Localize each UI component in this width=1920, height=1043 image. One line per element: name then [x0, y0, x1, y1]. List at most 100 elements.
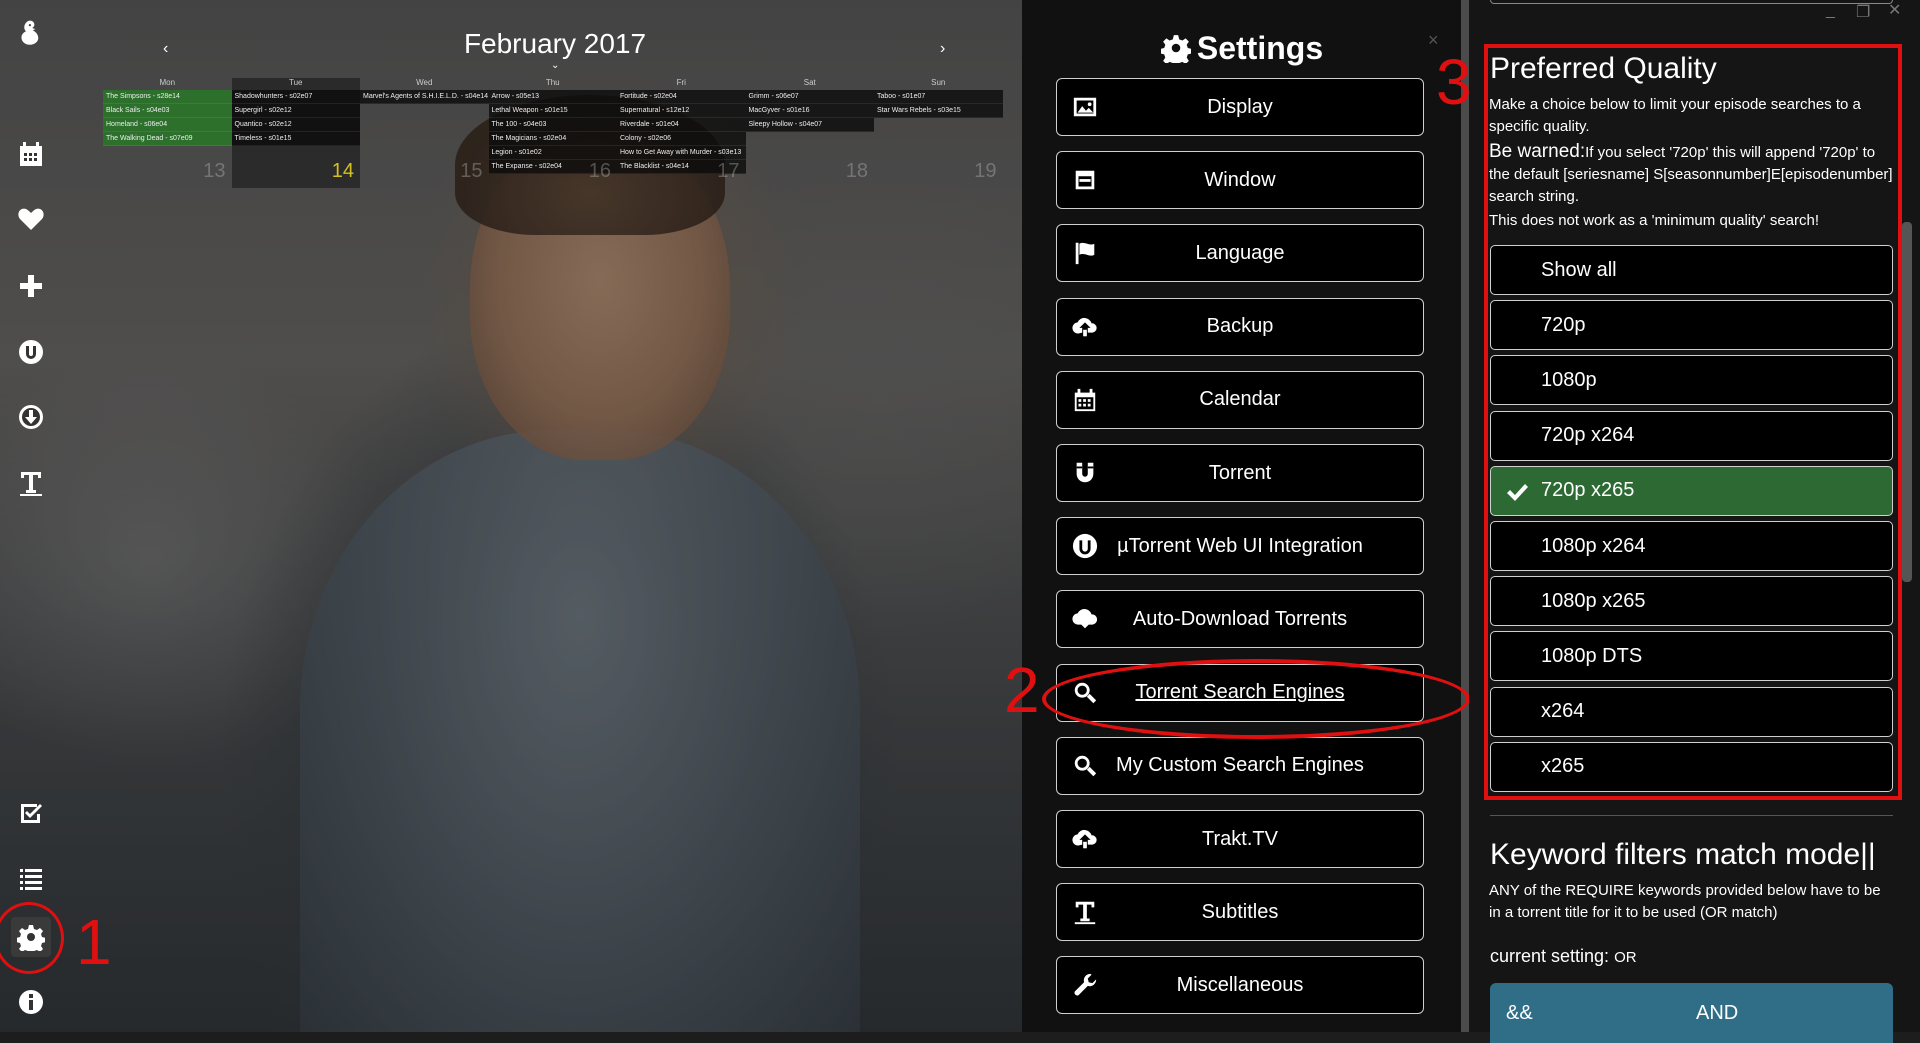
add-show-plus-icon[interactable]	[11, 266, 51, 306]
window-close-button[interactable]: ✕	[1888, 0, 1901, 20]
settings-button-my-custom-search-engines[interactable]: My Custom Search Engines	[1056, 736, 1424, 795]
app-logo-duck-icon[interactable]	[11, 8, 51, 58]
quality-option-label: 1080p DTS	[1541, 644, 1643, 667]
quality-option-label: 1080p x264	[1541, 534, 1646, 557]
settings-button-label: Backup	[1206, 315, 1274, 338]
calendar-episode[interactable]: Riverdale - s01e04	[617, 118, 746, 132]
settings-button-language[interactable]: Language	[1056, 224, 1424, 283]
settings-button-miscellaneous[interactable]: Miscellaneous	[1056, 956, 1424, 1015]
subtitles-text-icon[interactable]	[11, 463, 51, 503]
quality-option[interactable]: 1080p	[1490, 355, 1893, 406]
watchlist-check-icon[interactable]	[11, 792, 51, 832]
settings-button-label: Subtitles	[1201, 900, 1279, 923]
calendar-episode[interactable]: The Simpsons - s28e14	[103, 90, 232, 104]
quality-option[interactable]: 720p x265	[1490, 465, 1893, 516]
calendar-day-name: Sun	[931, 78, 946, 87]
settings-button-label: Window	[1204, 168, 1276, 191]
calendar-episode[interactable]: Homeland - s06e04	[103, 118, 232, 132]
keyword-filters-description: ANY of the REQUIRE keywords provided bel…	[1489, 882, 1881, 921]
window-icon	[1071, 166, 1099, 194]
quality-option[interactable]: 720p	[1490, 300, 1893, 351]
calendar-episode[interactable]: Timeless - s01e15	[231, 132, 360, 146]
settings-button-calendar[interactable]: Calendar	[1056, 370, 1424, 429]
settings-button-torrent[interactable]: Torrent	[1056, 444, 1424, 502]
calendar-episode[interactable]: Supergirl - s02e12	[231, 104, 360, 118]
cloud-upload-icon	[1071, 313, 1099, 341]
calendar-episode[interactable]: MacGyver - s01e16	[745, 104, 874, 118]
calendar-episode[interactable]: Grimm - s06e07	[745, 90, 874, 104]
calendar-episode[interactable]: Colony - s02e06	[617, 132, 746, 146]
quality-option-label: 720p x265	[1541, 479, 1635, 502]
about-info-icon[interactable]	[11, 982, 51, 1022]
flag-icon	[1071, 239, 1099, 267]
calendar-episode[interactable]: Legion - s01e02	[488, 146, 617, 160]
utorrent-icon[interactable]	[11, 332, 51, 372]
quality-option[interactable]: 1080p DTS	[1490, 631, 1893, 682]
calendar-icon[interactable]	[11, 134, 51, 174]
settings-button-window[interactable]: Window	[1056, 151, 1424, 210]
settings-button-subtitles[interactable]: Subtitles	[1056, 883, 1424, 942]
quality-option[interactable]: x265	[1490, 741, 1893, 792]
settings-button-label: Language	[1195, 241, 1285, 264]
quality-option[interactable]: Show all	[1490, 245, 1893, 295]
calendar-day-wed: Wed Marvel's Agents of S.H.I.E.L.D. - s04…	[360, 78, 489, 188]
settings-title: Settings	[1022, 30, 1462, 68]
settings-button-label: Miscellaneous	[1176, 973, 1304, 996]
settings-button-trakt-tv[interactable]: Trakt.TV	[1056, 810, 1424, 868]
calendar-episode[interactable]: How to Get Away with Murder - s03e13	[617, 146, 746, 160]
calendar-prev-button[interactable]: ‹	[163, 40, 168, 58]
calendar-episode[interactable]: Lethal Weapon - s01e15	[488, 104, 617, 118]
window-minimize-button[interactable]: _	[1826, 2, 1835, 20]
calendar-episode[interactable]: The Walking Dead - s07e09	[103, 132, 232, 146]
calendar-day-number: 16	[588, 160, 611, 182]
quality-option[interactable]: 1080p x264	[1490, 521, 1893, 571]
calendar-day-sat: Sat Grimm - s06e07 MacGyver - s01e16 Sleepy…	[745, 78, 874, 188]
detail-scrollbar-thumb[interactable]	[1902, 222, 1912, 582]
annotation-number-2: 2	[1004, 654, 1040, 726]
calendar-expand-chevron-icon[interactable]: ⌄	[551, 60, 559, 71]
settings-button-label: Auto-Download Torrents	[1132, 607, 1348, 630]
image-icon	[1071, 93, 1099, 121]
calendar-episode[interactable]: Shadowhunters - s02e07	[231, 90, 360, 104]
calendar-day-number: 13	[203, 160, 226, 182]
quality-option[interactable]: x264	[1490, 686, 1893, 737]
calendar-day-number: 15	[460, 160, 483, 182]
settings-button-display[interactable]: Display	[1056, 78, 1424, 136]
search-icon	[1071, 752, 1099, 780]
calendar-episode[interactable]: Sleepy Hollow - s04e07	[745, 118, 874, 132]
quality-option-label: x264	[1541, 700, 1585, 723]
calendar-episode[interactable]: Star Wars Rebels - s03e15	[874, 104, 1003, 118]
utorrent-icon	[1071, 532, 1099, 560]
calendar-next-button[interactable]: ›	[940, 40, 945, 58]
calendar-day-number: 14	[331, 160, 354, 182]
calendar-day-mon: Mon The Simpsons - s28e14 Black Sails - s0…	[103, 78, 232, 188]
magnet-icon	[1071, 459, 1099, 487]
cloud-upload-icon	[1071, 825, 1099, 853]
calendar-episode[interactable]: Arrow - s05e13	[488, 90, 617, 104]
calendar-episode[interactable]: Fortitude - s02e04	[617, 90, 746, 104]
window-restore-button[interactable]: ❐	[1856, 2, 1870, 22]
quality-option[interactable]: 1080p x265	[1490, 576, 1893, 627]
warning-label: Be warned:	[1489, 141, 1586, 162]
calendar-episode[interactable]: Marvel's Agents of S.H.I.E.L.D. - s04e14	[360, 90, 489, 104]
current-setting-label: current setting:	[1490, 946, 1610, 966]
preferred-quality-title: Preferred Quality	[1490, 52, 1717, 85]
download-circle-icon[interactable]	[11, 397, 51, 437]
favorites-heart-icon[interactable]	[11, 199, 51, 239]
calendar-episode[interactable]: Black Sails - s04e03	[103, 104, 232, 118]
settings-button-torrent-web-ui-integration[interactable]: µTorrent Web UI Integration	[1056, 517, 1424, 576]
calendar-episode[interactable]: The 100 - s04e03	[488, 118, 617, 132]
section-divider	[1490, 815, 1893, 816]
calendar-episode[interactable]: Supernatural - s12e12	[617, 104, 746, 118]
settings-button-backup[interactable]: Backup	[1056, 297, 1424, 356]
quality-option[interactable]: 720p x264	[1490, 410, 1893, 461]
list-icon[interactable]	[11, 858, 51, 898]
match-mode-and-button[interactable]: && AND	[1490, 983, 1893, 1043]
settings-button-auto-download-torrents[interactable]: Auto-Download Torrents	[1056, 590, 1424, 649]
calendar-episode[interactable]: Quantico - s02e12	[231, 118, 360, 132]
settings-scrollbar[interactable]	[1461, 0, 1469, 1032]
annotation-ellipse-2	[1042, 659, 1470, 739]
calendar-episode[interactable]: Taboo - s01e07	[874, 90, 1003, 104]
annotation-number-3: 3	[1436, 46, 1472, 118]
calendar-episode[interactable]: The Magicians - s02e04	[488, 132, 617, 146]
